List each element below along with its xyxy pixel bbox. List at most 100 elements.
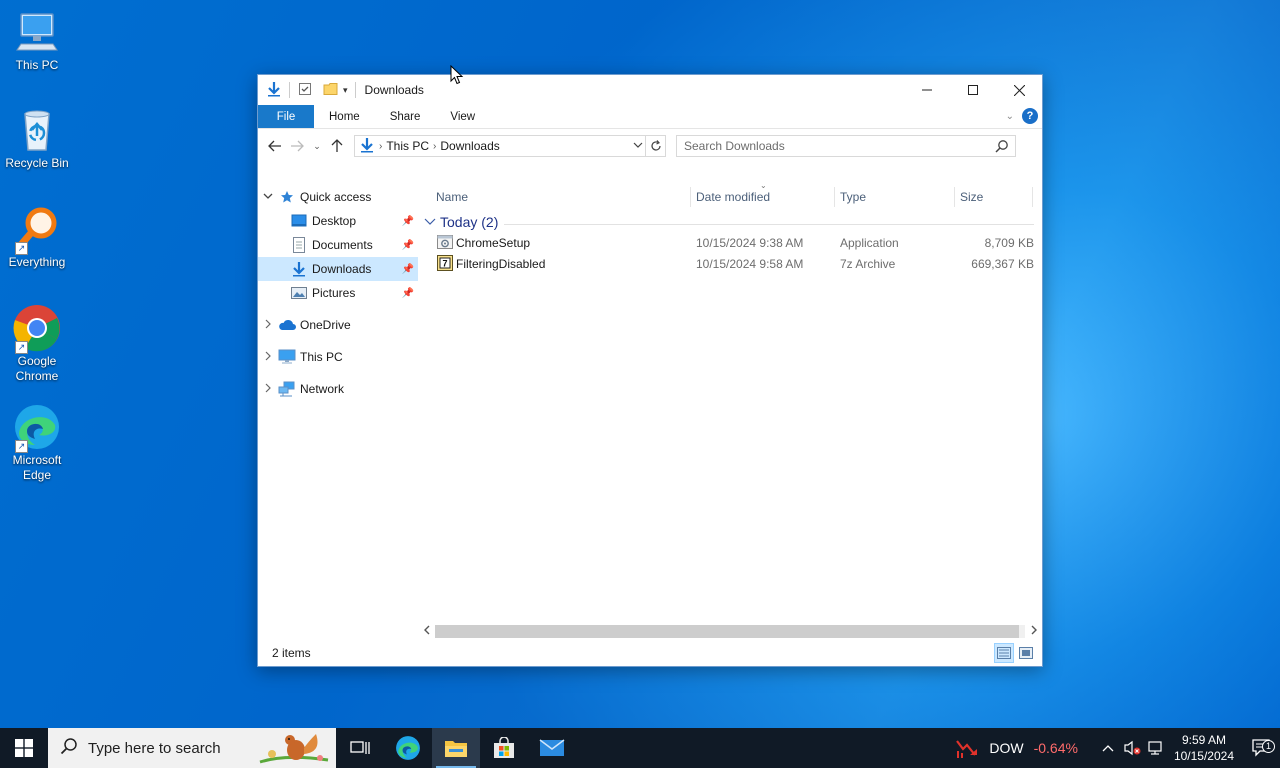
cloud-icon (278, 317, 296, 333)
toolbar-divider (289, 82, 290, 98)
back-button[interactable] (264, 135, 286, 157)
scrollbar-thumb[interactable] (435, 625, 1020, 638)
taskbar-clock[interactable]: 9:59 AM 10/15/2024 (1174, 732, 1234, 764)
taskbar-search-placeholder: Type here to search (88, 739, 221, 757)
volume-muted-icon[interactable] (1120, 740, 1144, 756)
file-name: ChromeSetup (456, 235, 531, 250)
close-button[interactable] (996, 75, 1042, 105)
nav-label: Network (300, 382, 345, 396)
nav-desktop[interactable]: Desktop 📌 (258, 209, 418, 233)
column-divider[interactable] (690, 187, 691, 207)
collapsed-chevron-icon[interactable] (258, 351, 278, 364)
scrollbar-track[interactable] (435, 625, 1025, 638)
properties-icon[interactable] (297, 81, 313, 100)
breadcrumb-this-pc[interactable]: This PC (386, 139, 429, 153)
desktop-icon-google-chrome[interactable]: ↗ Google Chrome (0, 304, 74, 384)
taskbar-file-explorer[interactable] (432, 728, 480, 768)
horizontal-scrollbar[interactable] (418, 623, 1042, 640)
nav-downloads[interactable]: Downloads 📌 (258, 257, 418, 281)
address-dropdown-icon[interactable] (633, 138, 643, 155)
nav-documents[interactable]: Documents 📌 (258, 233, 418, 257)
collapsed-chevron-icon[interactable] (258, 319, 278, 332)
pin-icon[interactable]: 📌 (402, 288, 414, 299)
search-input[interactable] (684, 139, 984, 153)
action-center-button[interactable]: 1 (1244, 738, 1280, 758)
column-divider[interactable] (834, 187, 835, 207)
pin-icon[interactable]: 📌 (402, 240, 414, 251)
network-icon (278, 381, 296, 397)
file-type: Application (840, 235, 899, 250)
desktop-icon-this-pc[interactable]: This PC (0, 8, 74, 73)
collapsed-chevron-icon[interactable] (258, 383, 278, 396)
search-box[interactable] (676, 135, 1016, 157)
search-highlight-squirrel-icon[interactable] (256, 730, 332, 768)
column-header-date-modified[interactable]: Date modified (696, 190, 770, 204)
column-header-type[interactable]: Type (840, 190, 866, 204)
expand-ribbon-chevron-icon[interactable]: ⌄ (1006, 111, 1014, 122)
show-hidden-icons-chevron-icon[interactable] (1096, 744, 1120, 752)
file-explorer-icon (445, 741, 467, 757)
desktop-icon-microsoft-edge[interactable]: ↗ Microsoft Edge (0, 403, 74, 483)
star-icon (278, 189, 296, 205)
details-view-icon[interactable] (994, 643, 1014, 663)
breadcrumb-separator-icon[interactable]: › (379, 141, 382, 152)
nav-onedrive[interactable]: OneDrive (258, 313, 418, 337)
start-button[interactable] (0, 728, 48, 768)
nav-quick-access[interactable]: Quick access (258, 185, 418, 209)
system-tray: DOW -0.64% 9:59 AM 10/15/2024 1 (955, 728, 1280, 768)
desktop-icon-everything[interactable]: ↗ Everything (0, 205, 74, 270)
tab-home[interactable]: Home (314, 105, 375, 128)
forward-button[interactable] (286, 135, 308, 157)
downloads-location-icon (359, 137, 375, 156)
group-header-today[interactable]: Today (2) (424, 214, 498, 230)
stock-widget[interactable]: DOW -0.64% (955, 737, 1078, 759)
taskbar-microsoft-store[interactable] (480, 728, 528, 768)
window-title: Downloads (364, 83, 424, 97)
breadcrumb-downloads[interactable]: Downloads (440, 139, 499, 153)
taskbar-edge[interactable] (384, 728, 432, 768)
file-row[interactable]: 7 FilteringDisabled 10/15/2024 9:58 AM 7… (418, 253, 1034, 274)
large-icons-view-icon[interactable] (1016, 643, 1036, 663)
tab-share[interactable]: Share (375, 105, 436, 128)
tab-view[interactable]: View (435, 105, 490, 128)
recent-locations-chevron-icon[interactable]: ⌄ (308, 135, 326, 157)
task-view-button[interactable] (336, 728, 384, 768)
file-row[interactable]: ChromeSetup 10/15/2024 9:38 AM Applicati… (418, 232, 1034, 253)
column-header-size[interactable]: Size (960, 190, 983, 204)
pin-icon[interactable]: 📌 (402, 216, 414, 227)
maximize-button[interactable] (950, 75, 996, 105)
shortcut-arrow-icon: ↗ (15, 341, 28, 354)
group-divider (504, 224, 1034, 225)
expanded-chevron-icon[interactable] (258, 191, 278, 204)
customize-toolbar-chevron-icon[interactable]: ▾ (343, 85, 348, 96)
column-divider[interactable] (954, 187, 955, 207)
nav-this-pc[interactable]: This PC (258, 345, 418, 369)
refresh-button[interactable] (646, 135, 666, 157)
network-status-icon[interactable] (1144, 740, 1168, 756)
nav-label: Quick access (300, 190, 372, 204)
pin-icon[interactable]: 📌 (402, 264, 414, 275)
sort-indicator-icon: ⌄ (760, 181, 767, 190)
column-divider[interactable] (1032, 187, 1033, 207)
desktop-icon-recycle-bin[interactable]: Recycle Bin (0, 106, 74, 171)
taskbar-search-box[interactable]: Type here to search (48, 728, 336, 768)
column-headers: ⌄ Name Date modified Type Size (418, 181, 1042, 211)
nav-network[interactable]: Network (258, 377, 418, 401)
computer-icon (278, 349, 296, 365)
new-folder-icon[interactable] (323, 81, 339, 100)
column-header-name[interactable]: Name (436, 190, 468, 204)
taskbar-mail[interactable] (528, 728, 576, 768)
scroll-left-icon[interactable] (418, 625, 435, 638)
search-icon[interactable] (995, 139, 1009, 156)
scroll-right-icon[interactable] (1025, 625, 1042, 638)
up-button[interactable] (326, 135, 348, 157)
minimize-button[interactable] (904, 75, 950, 105)
stock-name: DOW (989, 740, 1024, 756)
tab-file[interactable]: File (258, 105, 314, 128)
nav-pictures[interactable]: Pictures 📌 (258, 281, 418, 305)
archive-icon: 7 (437, 255, 453, 271)
breadcrumb-separator-icon[interactable]: › (433, 141, 436, 152)
help-icon[interactable]: ? (1022, 108, 1038, 124)
group-collapse-chevron-icon[interactable] (424, 217, 436, 227)
address-bar[interactable]: › This PC › Downloads (354, 135, 646, 157)
